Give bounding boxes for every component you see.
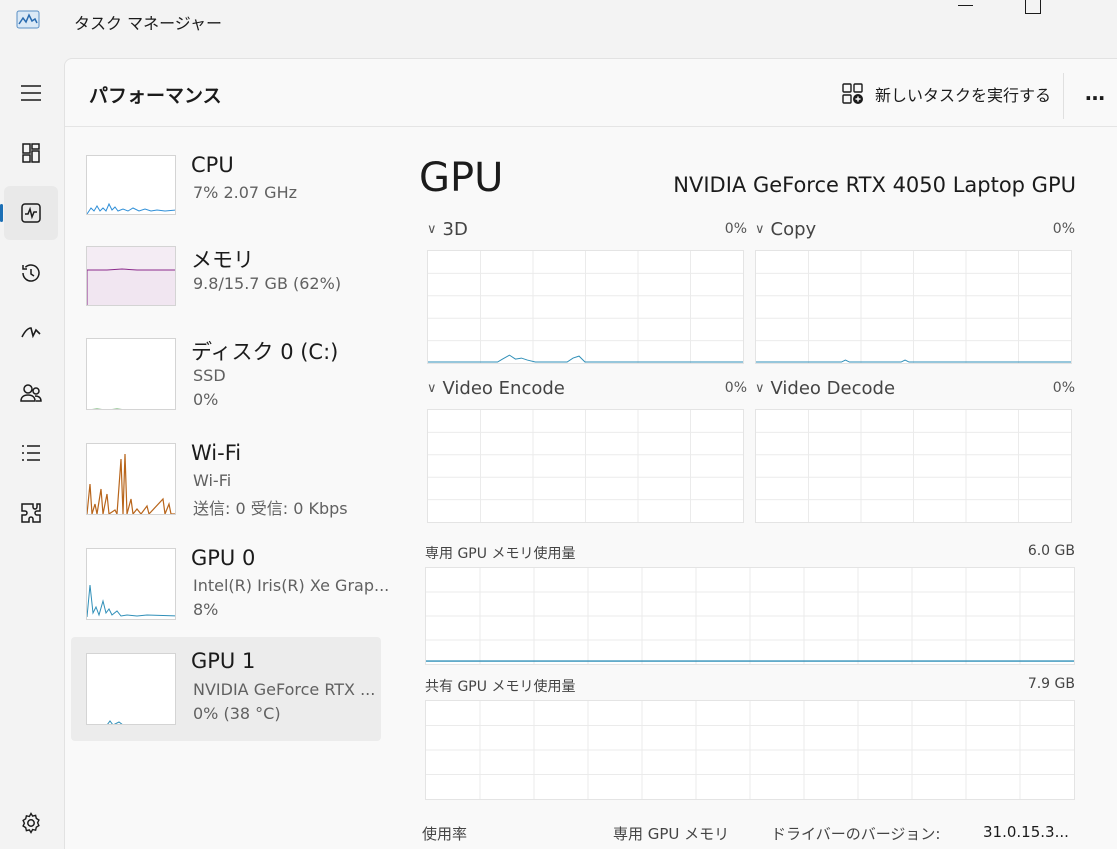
engine-label: Video Decode (770, 378, 896, 399)
nav-services[interactable] (4, 486, 58, 540)
nav-settings[interactable] (4, 796, 58, 849)
gpu0-thumbnail-graph (86, 548, 176, 620)
cpu-thumbnail-graph (86, 155, 176, 215)
title-bar: タスク マネージャー (0, 0, 1117, 44)
usage-label: 使用率 (422, 825, 468, 843)
nav-startup[interactable] (4, 306, 58, 360)
run-new-task-label: 新しいタスクを実行する (875, 86, 1052, 105)
driver-version-label: ドライバーのバージョン: (771, 825, 941, 843)
device-detail: SSD (193, 366, 226, 385)
graph-shared-memory (425, 700, 1075, 800)
page-header: パフォーマンス 新しいタスクを実行する … (65, 59, 1117, 127)
device-disk[interactable]: ディスク 0 (C:) SSD 0% (71, 328, 381, 432)
engine-percent: 0% (724, 221, 747, 237)
dedicated-memory-label: 専用 GPU メモリ使用量 (425, 546, 576, 562)
content-pane: パフォーマンス 新しいタスクを実行する … CPU 7% 2.07 GHz メモ… (64, 58, 1117, 849)
task-manager-icon (16, 10, 40, 29)
engine-selector-copy[interactable]: ∨ Copy (755, 219, 816, 240)
engine-percent: 0% (724, 380, 747, 396)
engine-selector-video-decode[interactable]: ∨ Video Decode (755, 378, 895, 399)
startup-icon (21, 327, 41, 339)
device-memory[interactable]: メモリ 9.8/15.7 GB (62%) (71, 236, 381, 340)
disk-thumbnail-graph (86, 338, 176, 410)
device-name: GPU 1 (191, 649, 256, 673)
device-usage: 0% (38 °C) (193, 704, 281, 723)
header-separator (1063, 73, 1064, 119)
nav-processes[interactable] (4, 126, 58, 180)
page-title: パフォーマンス (89, 85, 222, 107)
graph-dedicated-memory (425, 567, 1075, 665)
graph-video-encode (427, 409, 744, 523)
engine-selector-video-encode[interactable]: ∨ Video Encode (427, 378, 565, 399)
menu-icon (21, 85, 41, 101)
engine-selector-3d[interactable]: ∨ 3D (427, 219, 468, 240)
device-name: メモリ (191, 248, 254, 272)
engine-percent: 0% (1052, 221, 1075, 237)
gpu1-thumbnail-graph (86, 653, 176, 725)
maximize-button[interactable] (1025, 0, 1041, 14)
run-task-icon (842, 83, 863, 104)
processes-icon (22, 143, 40, 163)
device-name: Wi-Fi (191, 441, 242, 465)
device-detail: 9.8/15.7 GB (62%) (193, 274, 342, 293)
engine-percent: 0% (1052, 380, 1075, 396)
device-detail: 7% 2.07 GHz (193, 183, 298, 202)
device-name: CPU (191, 153, 234, 177)
graph-3d (427, 250, 744, 364)
device-gpu-0[interactable]: GPU 0 Intel(R) Iris(R) Xe Grap... 8% (71, 538, 389, 642)
chevron-down-icon: ∨ (427, 222, 437, 237)
engine-label: 3D (442, 219, 468, 240)
window-title: タスク マネージャー (74, 14, 222, 33)
engine-label: Video Encode (442, 378, 565, 399)
device-throughput: 送信: 0 受信: 0 Kbps (193, 499, 348, 518)
device-usage: 8% (193, 600, 219, 619)
performance-icon (21, 203, 41, 223)
nav-rail (0, 60, 64, 849)
shared-memory-value: 7.9 GB (1027, 676, 1075, 692)
nav-app-history[interactable] (4, 246, 58, 300)
memory-thumbnail-graph (86, 246, 176, 306)
dedicated-memory-stat-label: 専用 GPU メモリ (613, 825, 730, 843)
driver-version-value: 31.0.15.3... (983, 823, 1069, 841)
chevron-down-icon: ∨ (427, 381, 437, 396)
gpu-model-name: NVIDIA GeForce RTX 4050 Laptop GPU (673, 173, 1076, 197)
graph-copy (755, 250, 1072, 364)
detail-title: GPU (419, 155, 504, 201)
services-icon (21, 503, 41, 523)
users-icon (20, 384, 42, 402)
graph-video-decode (755, 409, 1072, 523)
gear-icon (22, 812, 40, 834)
details-list-icon (22, 445, 40, 461)
engine-label: Copy (770, 219, 817, 240)
device-cpu[interactable]: CPU 7% 2.07 GHz (71, 145, 381, 249)
nav-details[interactable] (4, 426, 58, 480)
device-detail: NVIDIA GeForce RTX ... (193, 680, 376, 699)
device-detail: Intel(R) Iris(R) Xe Grap... (193, 576, 390, 595)
device-usage: 0% (193, 390, 219, 409)
device-name: GPU 0 (191, 546, 256, 570)
wifi-thumbnail-graph (86, 443, 176, 515)
chevron-down-icon: ∨ (755, 222, 765, 237)
nav-users[interactable] (4, 366, 58, 420)
nav-performance[interactable] (0, 186, 58, 240)
run-new-task-button[interactable]: 新しいタスクを実行する (841, 81, 1051, 107)
device-gpu-1[interactable]: GPU 1 NVIDIA GeForce RTX ... 0% (38 °C) (71, 637, 381, 741)
device-name: ディスク 0 (C:) (191, 340, 339, 364)
device-wifi[interactable]: Wi-Fi Wi-Fi 送信: 0 受信: 0 Kbps (71, 433, 381, 537)
minimize-button[interactable] (956, 0, 976, 10)
chevron-down-icon: ∨ (755, 381, 765, 396)
more-options-button[interactable]: … (1085, 81, 1106, 105)
shared-memory-label: 共有 GPU メモリ使用量 (425, 679, 576, 695)
hamburger-menu-button[interactable] (4, 66, 58, 120)
device-detail: Wi-Fi (193, 471, 232, 490)
history-icon (22, 264, 40, 282)
dedicated-memory-value: 6.0 GB (1027, 543, 1075, 559)
